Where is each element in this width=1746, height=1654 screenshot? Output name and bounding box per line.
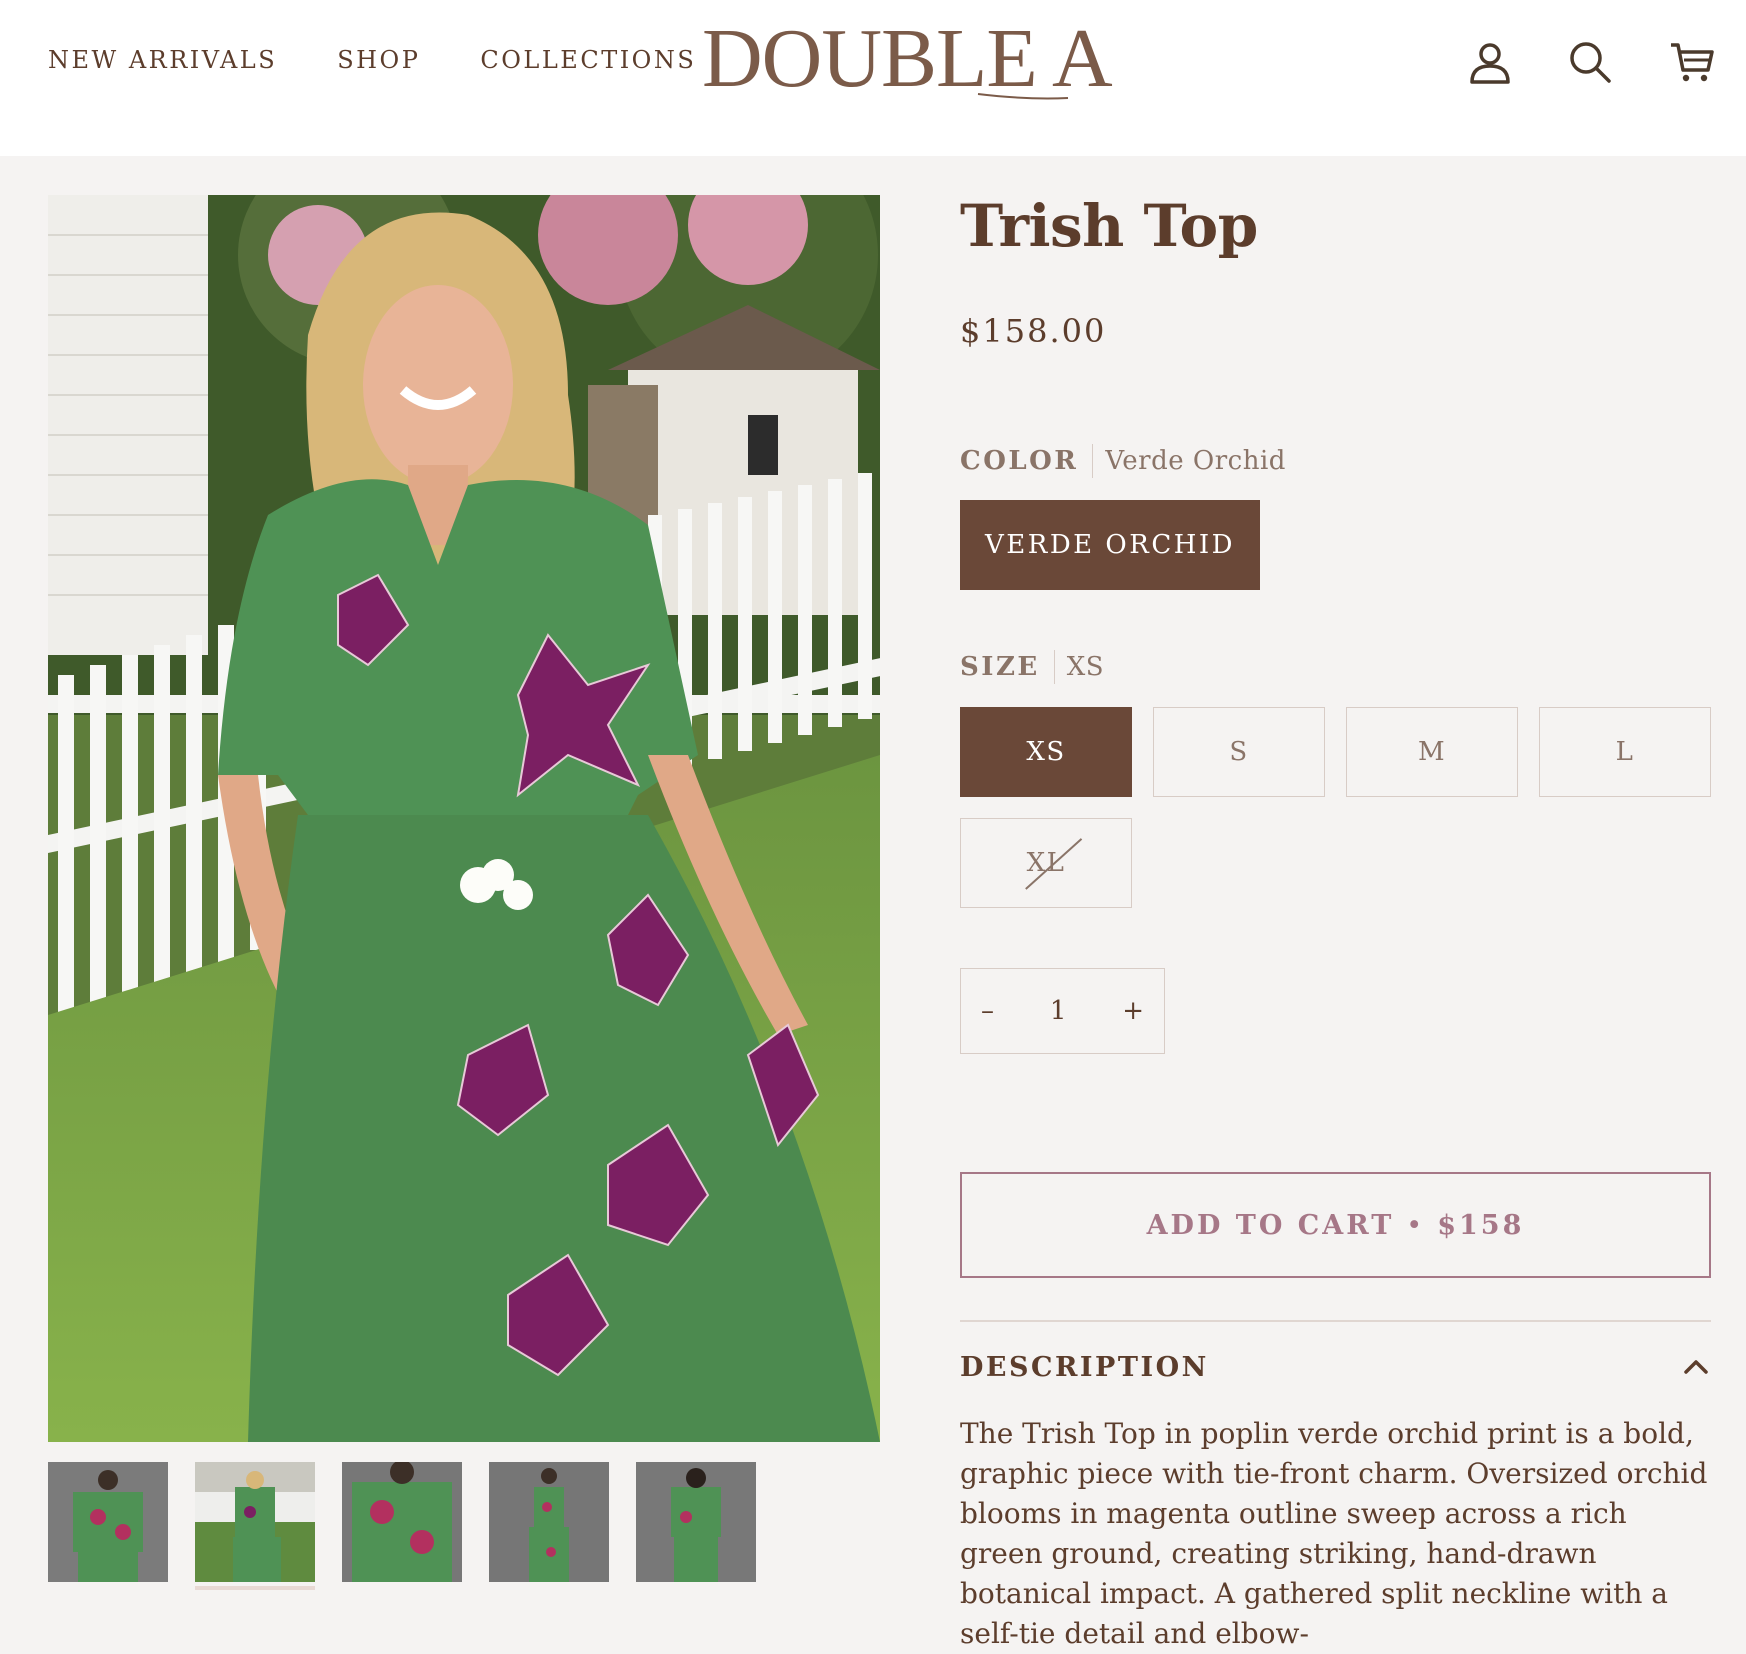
size-option-label: SIZE XS — [960, 650, 1104, 684]
thumbnail-5[interactable] — [636, 1462, 756, 1582]
size-option-xl-soldout[interactable]: XL — [960, 818, 1132, 908]
quantity-increase-button[interactable]: + — [1122, 996, 1144, 1026]
nav-shop[interactable]: SHOP — [337, 46, 420, 74]
thumbnail-strip — [48, 1462, 756, 1582]
add-to-cart-separator: • — [1406, 1209, 1426, 1241]
description-heading[interactable]: DESCRIPTION — [960, 1352, 1209, 1383]
thumbnail-4[interactable] — [489, 1462, 609, 1582]
size-xl-label: XL — [1026, 848, 1066, 878]
label-separator — [1053, 650, 1055, 684]
nav-new-arrivals[interactable]: NEW ARRIVALS — [48, 46, 277, 74]
size-option-m[interactable]: M — [1346, 707, 1518, 797]
thumbnail-1[interactable] — [48, 1462, 168, 1582]
size-option-xs[interactable]: XS — [960, 707, 1132, 797]
quantity-stepper: – 1 + — [960, 968, 1165, 1054]
product-price: $158.00 — [960, 312, 1107, 350]
color-option-verde-orchid[interactable]: VERDE ORCHID — [960, 500, 1260, 590]
product-main-image[interactable] — [48, 195, 880, 1442]
site-header: NEW ARRIVALS SHOP COLLECTIONS DOUBLE A — [0, 0, 1746, 156]
account-icon[interactable] — [1466, 38, 1514, 86]
size-selected-value: XS — [1066, 652, 1105, 682]
quantity-decrease-button[interactable]: – — [981, 996, 994, 1026]
add-to-cart-label: ADD TO CART — [1146, 1209, 1395, 1241]
color-selected-value: Verde Orchid — [1105, 446, 1286, 476]
product-title: Trish Top — [960, 192, 1258, 260]
logo-swoosh-icon — [977, 93, 1069, 100]
add-to-cart-price: $158 — [1437, 1209, 1525, 1241]
cart-icon[interactable] — [1668, 38, 1716, 86]
color-label: COLOR — [960, 446, 1079, 476]
thumbnail-3[interactable] — [342, 1462, 462, 1582]
description-divider — [960, 1320, 1711, 1322]
size-option-l[interactable]: L — [1539, 707, 1711, 797]
description-text: The Trish Top in poplin verde orchid pri… — [960, 1417, 1708, 1650]
thumbnail-2[interactable] — [195, 1462, 315, 1582]
color-option-label: COLOR Verde Orchid — [960, 444, 1286, 478]
add-to-cart-button[interactable]: ADD TO CART • $158 — [960, 1172, 1711, 1278]
product-photo — [48, 195, 880, 1442]
active-thumbnail-indicator — [195, 1586, 315, 1590]
chevron-up-icon[interactable] — [1680, 1352, 1712, 1384]
quantity-value[interactable]: 1 — [1050, 996, 1067, 1026]
search-icon[interactable] — [1566, 38, 1614, 86]
size-label: SIZE — [960, 652, 1040, 682]
label-separator — [1092, 444, 1094, 478]
main-nav: NEW ARRIVALS SHOP COLLECTIONS — [48, 46, 756, 74]
nav-collections[interactable]: COLLECTIONS — [480, 46, 696, 74]
size-option-s[interactable]: S — [1153, 707, 1325, 797]
